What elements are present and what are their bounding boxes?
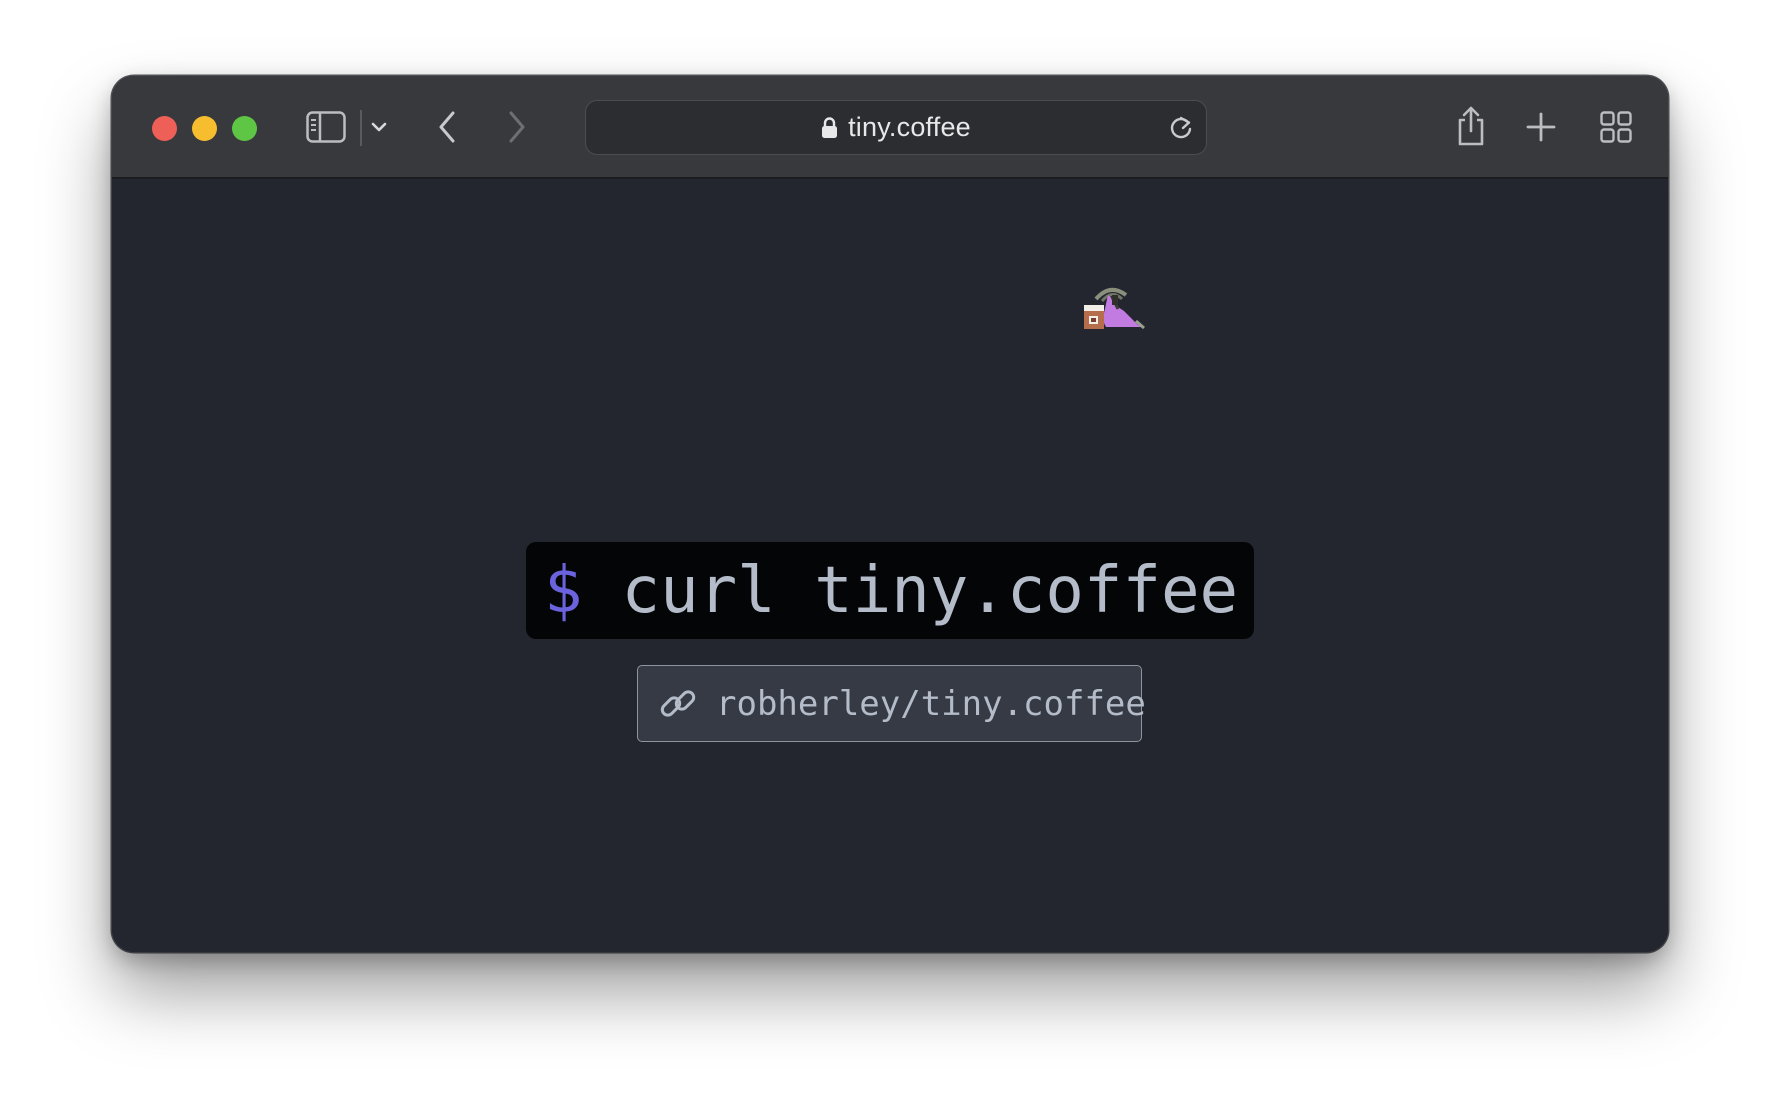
sidebar-icon[interactable] <box>306 109 346 145</box>
chevron-right-icon[interactable] <box>504 108 530 146</box>
repo-link-label: robherley/tiny.coffee <box>716 683 1146 724</box>
curl-command-box: $ curl tiny.coffee <box>526 542 1254 639</box>
lock-icon <box>821 116 838 139</box>
repo-link[interactable]: robherley/tiny.coffee <box>637 665 1146 742</box>
share-icon[interactable] <box>1453 104 1489 148</box>
grid-icon[interactable] <box>1599 110 1633 144</box>
address-bar[interactable]: tiny.coffee <box>585 100 1207 155</box>
command-prompt: $ <box>544 553 583 628</box>
url-text: tiny.coffee <box>848 112 971 142</box>
zoom-window-button[interactable] <box>232 116 257 141</box>
chevron-left-icon[interactable] <box>434 108 460 146</box>
link-icon <box>658 684 698 724</box>
browser-window: tiny.coffee $ curl tiny.coffee robherley… <box>112 76 1668 952</box>
page-content: $ curl tiny.coffee robherley/tiny.coffee <box>112 179 1668 952</box>
command-text: curl tiny.coffee <box>621 553 1239 628</box>
coffee-mascot-icon <box>1082 281 1146 336</box>
chevron-down-icon[interactable] <box>370 118 388 136</box>
plus-icon[interactable] <box>1525 111 1557 143</box>
minimize-window-button[interactable] <box>192 116 217 141</box>
address-bar-content: tiny.coffee <box>586 101 1206 154</box>
close-window-button[interactable] <box>152 116 177 141</box>
browser-toolbar: tiny.coffee <box>112 76 1668 179</box>
reload-icon[interactable] <box>1168 114 1194 142</box>
toolbar-separator <box>360 110 362 146</box>
